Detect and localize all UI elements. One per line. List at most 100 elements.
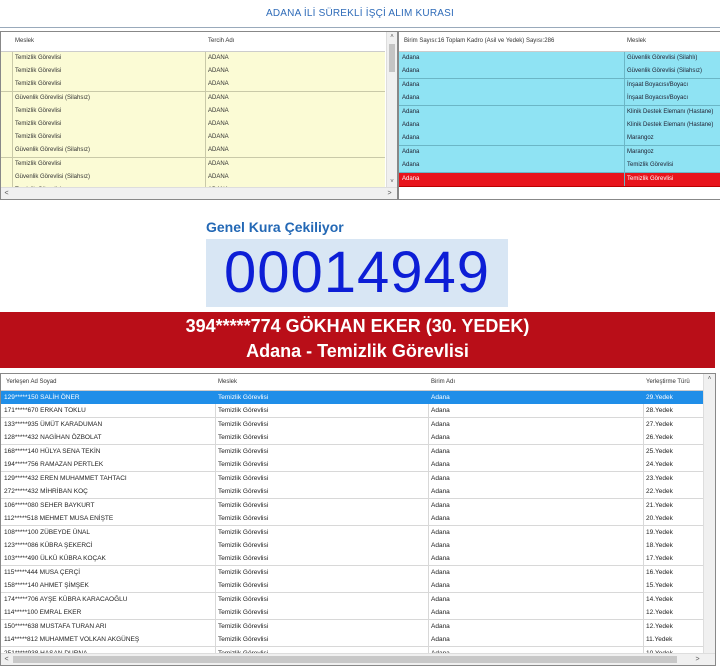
placement-row[interactable]: 133*****935 ÜMÜT KARADUMAN Temizlik Görev… xyxy=(1,417,703,432)
placement-row-selected[interactable]: 129*****150 SALİH ÖNER Temizlik Görevlisi… xyxy=(1,391,703,405)
preference-row[interactable]: Temizlik Görevlisi ADANA xyxy=(1,131,385,146)
row-header-cell[interactable] xyxy=(12,91,13,105)
unit-row[interactable]: Adana Güvenlik Görevlisi (Silahsız) xyxy=(399,65,720,80)
placements-grid[interactable]: Yerleşen Ad Soyad Meslek Birim Adı Yerle… xyxy=(0,373,716,666)
preference-row[interactable]: Temizlik Görevlisi ADANA xyxy=(1,104,385,119)
unit-row[interactable]: Adana İnşaat Boyacısı/Boyacı xyxy=(399,92,720,107)
preference-row[interactable]: Temizlik Görevlisi ADANA xyxy=(1,65,385,80)
units-grid[interactable]: Birim Sayısı:16 Toplam Kadro (Asil ve Ye… xyxy=(398,31,720,200)
scroll-right-icon[interactable]: > xyxy=(692,654,703,665)
placement-row[interactable]: 158*****140 AHMET ŞİMŞEK Temizlik Görevli… xyxy=(1,579,703,594)
placement-row[interactable]: 129*****432 EREN MUHAMMET TAHTACI Temizli… xyxy=(1,471,703,486)
unit-row-active[interactable]: Adana Temizlik Görevlisi xyxy=(399,172,720,187)
placement-row[interactable]: 106*****080 SEHER BAYKURT Temizlik Görevl… xyxy=(1,498,703,513)
column-header-birim-adi[interactable]: Birim Adı xyxy=(431,379,455,385)
placement-row[interactable]: 112*****518 MEHMET MUSA ENİŞTE Temizlik G… xyxy=(1,512,703,527)
placement-row[interactable]: 194*****756 RAMAZAN PERTLEK Temizlik Göre… xyxy=(1,458,703,473)
placement-row[interactable]: 123*****086 KÜBRA ŞEKERCİ Temizlik Görevl… xyxy=(1,538,703,553)
unit-row[interactable]: Adana Güvenlik Görevlisi (Silahlı) xyxy=(399,52,720,66)
preference-row[interactable]: Güvenlik Görevlisi (Silahsız) ADANA xyxy=(1,170,385,185)
preferences-grid[interactable]: Meslek Tercih Adı Temizlik Görevlisi ADAN… xyxy=(0,31,398,200)
column-divider xyxy=(205,65,206,79)
row-header-cell[interactable] xyxy=(12,144,13,158)
unit-row[interactable]: Adana Marangoz xyxy=(399,132,720,147)
cell-ad-soyad: 128*****432 NAGİHAN ÖZBOLAT xyxy=(4,434,102,442)
preferences-horizontal-scrollbar[interactable]: < > xyxy=(1,187,397,199)
cell-yerlestirme-turu: 15.Yedek xyxy=(646,582,673,590)
units-grid-header: Birim Sayısı:16 Toplam Kadro (Asil ve Ye… xyxy=(399,32,720,52)
placement-row[interactable]: 114*****100 EMRAL EKER Temizlik Görevlisi… xyxy=(1,606,703,621)
preference-row[interactable]: Temizlik Görevlisi ADANA xyxy=(1,157,385,172)
scroll-left-icon[interactable]: < xyxy=(1,654,12,665)
column-header-meslek[interactable]: Meslek xyxy=(218,379,237,385)
column-divider xyxy=(643,391,644,404)
row-header-cell[interactable] xyxy=(12,131,13,145)
cell-meslek: Temizlik Görevlisi xyxy=(218,434,269,442)
column-divider xyxy=(643,458,644,472)
cell-yerlestirme-turu: 24.Yedek xyxy=(646,461,673,469)
column-divider xyxy=(215,619,216,633)
column-header-ad-soyad[interactable]: Yerleşen Ad Soyad xyxy=(6,379,56,385)
scroll-left-icon[interactable]: < xyxy=(1,188,12,199)
column-header-meslek[interactable]: Meslek xyxy=(627,38,646,44)
scroll-up-icon[interactable]: ˄ xyxy=(704,374,715,384)
column-divider xyxy=(205,52,206,65)
scroll-right-icon[interactable]: > xyxy=(384,188,395,199)
placement-row[interactable]: 171*****670 ERKAN TOKLU Temizlik Görevlis… xyxy=(1,404,703,419)
scrollbar-thumb[interactable] xyxy=(389,44,395,72)
placement-row[interactable]: 108*****100 ZÜBEYDE ÜNAL Temizlik Görevli… xyxy=(1,525,703,540)
placements-horizontal-scrollbar[interactable]: < > xyxy=(1,653,715,665)
preference-row[interactable]: Güvenlik Görevlisi (Silahsız) ADANA xyxy=(1,144,385,159)
cell-meslek: Güvenlik Görevlisi (Silahsız) xyxy=(627,68,703,75)
preference-row[interactable]: Güvenlik Görevlisi (Silahsız) ADANA xyxy=(1,91,385,106)
scroll-up-icon[interactable]: ˄ xyxy=(387,32,397,42)
row-header-cell[interactable] xyxy=(12,170,13,184)
unit-row[interactable]: Adana Marangoz xyxy=(399,145,720,160)
preference-row[interactable]: Temizlik Görevlisi ADANA xyxy=(1,52,385,66)
column-header-birim-sayisi[interactable]: Birim Sayısı:16 Toplam Kadro (Asil ve Ye… xyxy=(404,38,554,44)
column-header-yerlestirme-turu[interactable]: Yerleştirme Türü xyxy=(646,379,690,385)
row-header-cell[interactable] xyxy=(12,104,13,118)
cell-birim-adi: Adana xyxy=(431,555,450,563)
placement-row[interactable]: 272*****432 MİHRİBAN KOÇ Temizlik Görevli… xyxy=(1,485,703,500)
placement-row[interactable]: 114*****812 MUHAMMET VOLKAN AKGÜNEŞ Temiz… xyxy=(1,633,703,648)
unit-row[interactable]: Adana İnşaat Boyacısı/Boyacı xyxy=(399,78,720,93)
placement-row[interactable]: 103*****490 ÜLKÜ KÜBRA KOÇAK Temizlik Gör… xyxy=(1,552,703,567)
placement-row[interactable]: 128*****432 NAGİHAN ÖZBOLAT Temizlik Göre… xyxy=(1,431,703,446)
column-divider xyxy=(428,512,429,526)
preference-row[interactable]: Temizlik Görevlisi ADANA xyxy=(1,118,385,132)
column-header-meslek[interactable]: Meslek xyxy=(15,38,34,44)
preferences-vertical-scrollbar[interactable]: ˄ ˅ xyxy=(386,32,397,187)
cell-meslek: Temizlik Görevlisi xyxy=(218,447,269,455)
cell-yerlestirme-turu: 11.Yedek xyxy=(646,636,673,644)
row-header-cell[interactable] xyxy=(12,78,13,92)
column-divider xyxy=(428,592,429,606)
preference-row[interactable]: Temizlik Görevlisi ADANA xyxy=(1,78,385,93)
cell-meslek: Güvenlik Görevlisi (Silahsız) xyxy=(15,94,91,101)
cell-meslek: Güvenlik Görevlisi (Silahsız) xyxy=(15,173,91,180)
column-header-tercih-adi[interactable]: Tercih Adı xyxy=(208,38,234,44)
placements-vertical-scrollbar[interactable]: ˄ xyxy=(703,374,715,653)
row-header-cell[interactable] xyxy=(12,65,13,79)
unit-row[interactable]: Adana Klinik Destek Elemanı (Hastane) xyxy=(399,119,720,133)
cell-meslek: Temizlik Görevlisi xyxy=(218,609,269,617)
cell-tercih-adi: ADANA xyxy=(208,81,229,88)
unit-row[interactable]: Adana Klinik Destek Elemanı (Hastane) xyxy=(399,105,720,120)
cell-meslek: Temizlik Görevlisi xyxy=(218,582,269,590)
scroll-down-icon[interactable]: ˅ xyxy=(387,177,397,187)
row-header-cell[interactable] xyxy=(12,157,13,171)
column-divider xyxy=(215,633,216,647)
cell-birim-adi: Adana xyxy=(431,609,450,617)
placement-row[interactable]: 115*****444 MUSA ÇERÇİ Temizlik Görevlisi… xyxy=(1,565,703,580)
column-divider xyxy=(215,565,216,579)
scrollbar-thumb[interactable] xyxy=(13,656,677,663)
unit-row[interactable]: Adana Temizlik Görevlisi xyxy=(399,159,720,174)
placement-row[interactable]: 168*****140 HÜLYA SENA TEKİN Temizlik Gör… xyxy=(1,444,703,459)
column-divider xyxy=(205,91,206,105)
placement-row[interactable]: 174*****706 AYŞE KÜBRA KARACAOĞLU Temizli… xyxy=(1,592,703,607)
cell-tercih-adi: ADANA xyxy=(208,68,229,75)
placement-row[interactable]: 150*****638 MUSTAFA TURAN ARI Temizlik Gö… xyxy=(1,619,703,634)
row-header-cell[interactable] xyxy=(12,118,13,131)
row-header-cell[interactable] xyxy=(12,52,13,65)
cell-ad-soyad: 158*****140 AHMET ŞİMŞEK xyxy=(4,582,89,590)
